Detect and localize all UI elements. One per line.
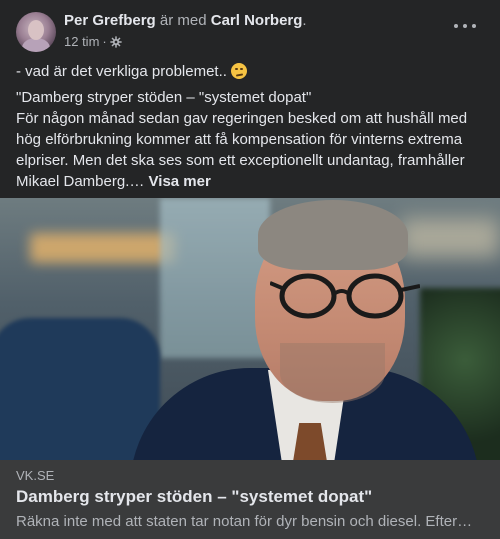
more-dot	[472, 24, 476, 28]
more-dot	[463, 24, 467, 28]
more-horizontal-icon[interactable]	[454, 21, 476, 31]
author-avatar[interactable]	[16, 12, 56, 52]
author-line: Per Grefberg är med Carl Norberg.	[64, 12, 307, 30]
background-window	[160, 198, 270, 358]
more-dot	[454, 24, 458, 28]
man-hair	[258, 200, 408, 270]
header-text: Per Grefberg är med Carl Norberg. 12 tim…	[64, 12, 307, 50]
avatar-face-shape	[28, 20, 44, 40]
link-preview-card[interactable]: VK.SE Damberg stryper stöden – "systemet…	[0, 460, 500, 539]
author-name-link[interactable]: Per Grefberg	[64, 12, 156, 29]
post-caption: - vad är det verkliga problemet..	[16, 62, 486, 82]
tagged-suffix: .	[302, 12, 307, 29]
with-text: är med	[159, 12, 207, 29]
avatar-body-shape	[22, 38, 50, 52]
meta-separator: ·	[102, 34, 107, 49]
quote-body-paragraph: För någon månad sedan gav regeringen bes…	[16, 108, 488, 192]
post-body: "Damberg stryper stöden – "systemet dopa…	[16, 87, 488, 192]
post-meta: 12 tim ·	[64, 34, 307, 50]
link-title[interactable]: Damberg stryper stöden – "systemet dopat…	[16, 487, 372, 507]
man-beard	[280, 343, 385, 403]
post-timestamp[interactable]: 12 tim	[64, 34, 99, 50]
quote-body: För någon månad sedan gav regeringen bes…	[16, 110, 468, 190]
quote-title: "Damberg stryper stöden – "systemet dopa…	[16, 89, 312, 106]
post-header: Per Grefberg är med Carl Norberg. 12 tim…	[16, 12, 484, 52]
smirk-emoji-icon	[230, 63, 247, 79]
link-domain: VK.SE	[16, 468, 55, 483]
background-light	[400, 218, 500, 258]
gear-icon[interactable]	[110, 36, 122, 48]
caption-text: - vad är det verkliga problemet..	[16, 63, 227, 80]
link-description: Räkna inte med att staten tar notan för …	[16, 513, 473, 530]
glasses-shape	[270, 273, 420, 319]
feed-post: Per Grefberg är med Carl Norberg. 12 tim…	[0, 0, 500, 539]
tagged-name-link[interactable]: Carl Norberg	[211, 12, 303, 29]
link-preview-image[interactable]	[0, 198, 500, 460]
blue-chair	[0, 318, 160, 460]
background-lamp	[30, 233, 175, 263]
see-more-link[interactable]: Visa mer	[149, 173, 211, 190]
